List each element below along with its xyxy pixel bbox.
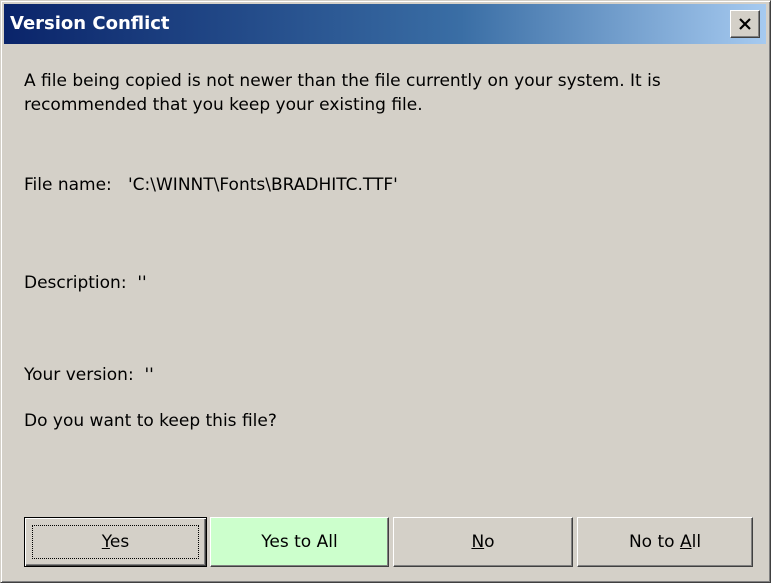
description-line: Description: '' xyxy=(24,273,147,293)
no-button[interactable]: No xyxy=(393,517,573,567)
yes-to-all-button[interactable]: Yes to All xyxy=(210,517,389,567)
your-version-line: Your version: '' xyxy=(24,365,154,385)
window-title: Version Conflict xyxy=(10,13,170,34)
yes-to-all-button-label: Yes to All xyxy=(261,532,338,552)
yes-button-label: Yes xyxy=(101,532,130,552)
title-bar[interactable]: Version Conflict xyxy=(4,4,766,44)
keep-file-question: Do you want to keep this file? xyxy=(24,411,277,431)
close-icon xyxy=(738,18,752,30)
no-to-all-button[interactable]: No to All xyxy=(577,517,753,567)
version-conflict-dialog: Version Conflict A file being copied is … xyxy=(0,0,771,583)
close-button[interactable] xyxy=(730,10,760,38)
conflict-message: A file being copied is not newer than th… xyxy=(24,71,667,115)
file-name-line: File name: 'C:\WINNT\Fonts\BRADHITC.TTF' xyxy=(24,175,398,195)
no-button-label: No xyxy=(471,532,495,552)
yes-button[interactable]: Yes xyxy=(24,517,207,567)
no-to-all-button-label: No to All xyxy=(628,532,702,552)
